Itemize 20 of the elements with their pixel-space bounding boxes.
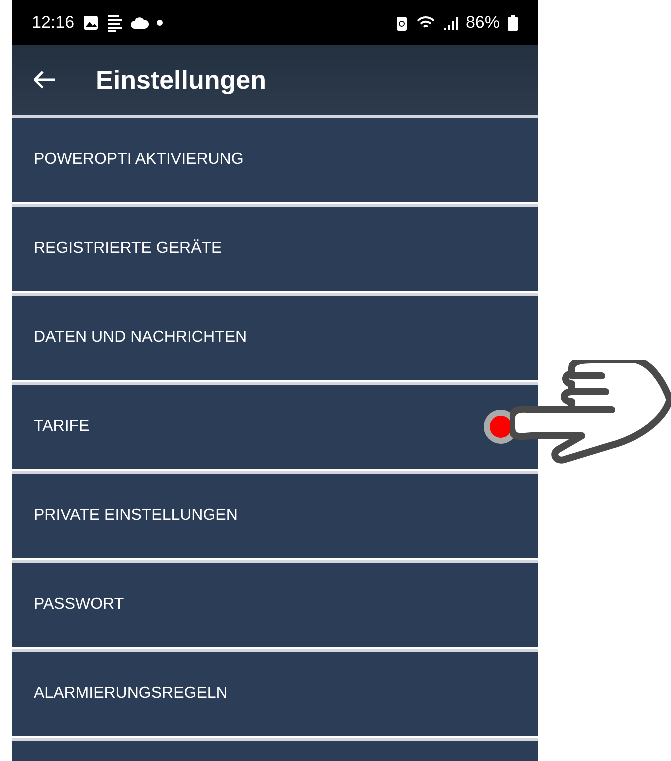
battery-saver-icon [396,14,408,30]
settings-item[interactable]: POWEROPTI AKTIVIERUNG [12,118,538,202]
settings-item[interactable]: TARIFE [12,385,538,469]
dot-icon [156,20,163,26]
cloud-icon [130,16,149,28]
battery-icon [508,14,518,30]
battery-percent: 86% [466,12,500,32]
text-lines-icon [106,14,123,32]
wifi-icon [416,14,436,30]
status-time: 12:16 [32,12,75,32]
settings-item[interactable]: ALARMIERUNGSREGELN [12,652,538,736]
pointing-hand-icon [510,360,671,464]
signal-icon [444,14,458,30]
page-title: Einstellungen [96,64,266,96]
settings-item[interactable]: REGISTRIERTE GERÄTE [12,207,538,291]
settings-item[interactable]: DATEN UND NACHRICHTEN [12,296,538,380]
gallery-icon [82,14,99,30]
settings-item[interactable]: PRIVATE EINSTELLUNGEN [12,474,538,558]
back-arrow-icon[interactable] [34,71,56,89]
settings-item[interactable]: PASSWORT [12,563,538,647]
